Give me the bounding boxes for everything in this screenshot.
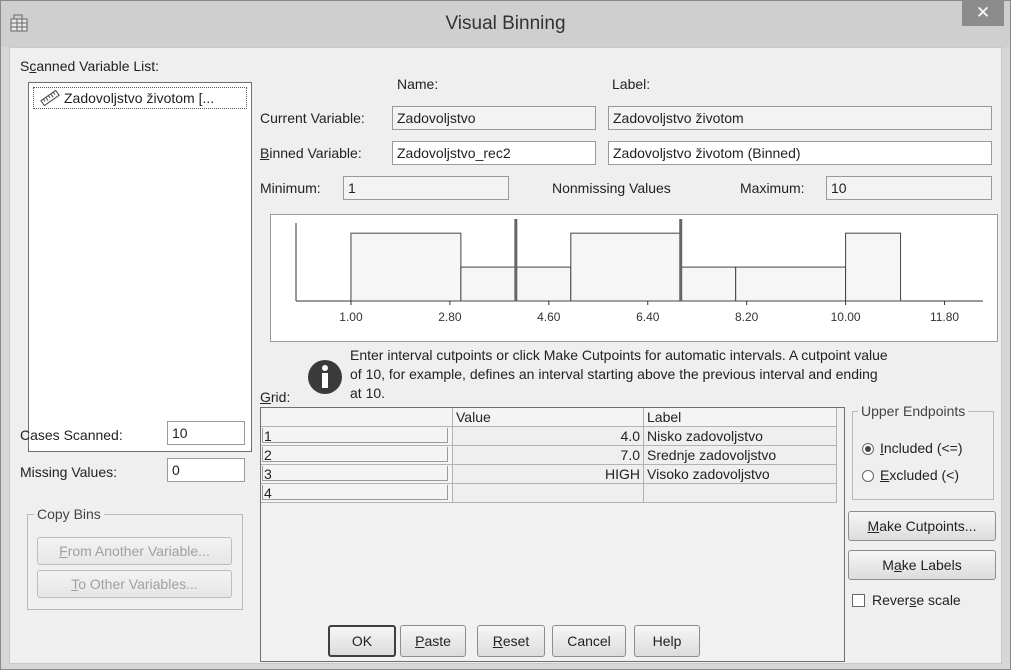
excluded-radio[interactable] bbox=[862, 470, 874, 482]
ruler-icon bbox=[40, 90, 60, 106]
binned-variable-label-input[interactable]: Zadovoljstvo životom (Binned) bbox=[608, 141, 992, 165]
help-button[interactable]: Help bbox=[634, 625, 700, 657]
cases-scanned-label: Cases Scanned: bbox=[20, 427, 123, 443]
make-labels-button[interactable]: Make Labels bbox=[848, 550, 996, 580]
column-header-label: Label bbox=[644, 408, 837, 427]
x-tick-label: 4.60 bbox=[537, 310, 561, 324]
close-button[interactable]: ✕ bbox=[962, 1, 1004, 26]
x-tick-label: 8.20 bbox=[735, 310, 759, 324]
title-bar[interactable]: Visual Binning ✕ bbox=[1, 1, 1010, 47]
histogram-bar bbox=[845, 232, 902, 302]
histogram-bar bbox=[735, 266, 847, 302]
excluded-label[interactable]: Excluded (<) bbox=[880, 467, 959, 483]
row-header[interactable]: 3 bbox=[261, 465, 453, 484]
scanned-variable-list[interactable]: Zadovoljstvo životom [... bbox=[28, 82, 252, 452]
minimum-label: Minimum: bbox=[260, 180, 321, 196]
maximum-field: 10 bbox=[826, 176, 992, 200]
row-number: 2 bbox=[264, 447, 272, 463]
grid-label: Grid: bbox=[260, 389, 291, 405]
reset-button[interactable]: Reset bbox=[477, 625, 545, 657]
paste-button[interactable]: Paste bbox=[400, 625, 466, 657]
binned-variable-name-input[interactable]: Zadovoljstvo_rec2 bbox=[392, 141, 596, 165]
cell-label[interactable]: Srednje zadovoljstvo bbox=[644, 446, 837, 465]
row-header[interactable]: 1 bbox=[261, 427, 453, 446]
binned-variable-label: Binned Variable: bbox=[260, 145, 362, 161]
cell-label[interactable]: Visoko zadovoljstvo bbox=[644, 465, 837, 484]
copy-bins-title: Copy Bins bbox=[34, 506, 104, 522]
histogram-bar bbox=[680, 266, 737, 302]
reverse-scale-label[interactable]: Reverse scale bbox=[872, 592, 961, 608]
dialog-body: Scanned Variable List: Zadovoljstvo živo… bbox=[9, 47, 1002, 664]
row-number: 1 bbox=[264, 428, 272, 444]
histogram-bar bbox=[350, 232, 462, 302]
info-text: Enter interval cutpoints or click Make C… bbox=[350, 346, 888, 403]
current-variable-name-field: Zadovoljstvo bbox=[392, 106, 596, 130]
included-label[interactable]: Included (<=) bbox=[880, 440, 963, 456]
cell-value[interactable]: HIGH bbox=[453, 465, 644, 484]
info-line: Enter interval cutpoints or click Make C… bbox=[350, 347, 888, 363]
scanned-list-label: Scanned Variable List: bbox=[20, 58, 160, 74]
info-line: of 10, for example, defines an interval … bbox=[350, 366, 878, 382]
cutpoint-grid[interactable]: Value Label 1 4.0 Nisko zadovoljstvo 2 7… bbox=[260, 407, 845, 662]
row-header[interactable]: 2 bbox=[261, 446, 453, 465]
histogram[interactable]: 1.00 2.80 4.60 6.40 8.20 10.00 11.80 bbox=[270, 214, 998, 342]
nonmissing-values-label: Nonmissing Values bbox=[552, 180, 671, 196]
reverse-scale-checkbox[interactable] bbox=[852, 594, 865, 607]
cell-value[interactable] bbox=[453, 484, 644, 503]
maximum-label: Maximum: bbox=[740, 180, 805, 196]
included-radio[interactable] bbox=[862, 443, 874, 455]
info-line: at 10. bbox=[350, 385, 386, 401]
histogram-chart[interactable]: 1.00 2.80 4.60 6.40 8.20 10.00 11.80 bbox=[271, 215, 997, 341]
from-another-variable-button[interactable]: From Another Variable... bbox=[37, 537, 232, 565]
row-number: 3 bbox=[264, 466, 272, 482]
histogram-bar bbox=[515, 266, 572, 302]
ok-button[interactable]: OK bbox=[328, 625, 396, 657]
minimum-field: 1 bbox=[343, 176, 509, 200]
x-tick-label: 10.00 bbox=[831, 310, 861, 324]
cell-label[interactable] bbox=[644, 484, 837, 503]
list-item-label: Zadovoljstvo životom [... bbox=[64, 90, 215, 106]
missing-values-label: Missing Values: bbox=[20, 464, 118, 480]
close-icon: ✕ bbox=[975, 3, 991, 22]
visual-binning-dialog: Visual Binning ✕ Scanned Variable List: … bbox=[0, 0, 1011, 670]
cases-scanned-input[interactable]: 10 bbox=[167, 421, 245, 445]
missing-values-field: 0 bbox=[167, 458, 245, 482]
x-tick-label: 11.80 bbox=[930, 310, 959, 324]
window-title: Visual Binning bbox=[445, 13, 566, 34]
grid-corner-header bbox=[261, 408, 453, 427]
cell-value[interactable]: 7.0 bbox=[453, 446, 644, 465]
cell-value[interactable]: 4.0 bbox=[453, 427, 644, 446]
x-tick-label: 6.40 bbox=[636, 310, 660, 324]
current-variable-label: Current Variable: bbox=[260, 110, 365, 126]
to-other-variables-button[interactable]: To Other Variables... bbox=[37, 570, 232, 598]
info-icon bbox=[308, 360, 342, 394]
current-variable-label-field: Zadovoljstvo životom bbox=[608, 106, 992, 130]
name-header: Name: bbox=[397, 76, 439, 92]
list-item[interactable]: Zadovoljstvo životom [... bbox=[33, 87, 247, 109]
histogram-bar bbox=[570, 232, 682, 302]
histogram-bar bbox=[460, 266, 517, 302]
column-header-value: Value bbox=[453, 408, 644, 427]
cancel-button[interactable]: Cancel bbox=[552, 625, 626, 657]
upper-endpoints-title: Upper Endpoints bbox=[858, 403, 969, 419]
row-number: 4 bbox=[264, 485, 272, 501]
make-cutpoints-button[interactable]: Make Cutpoints... bbox=[848, 511, 996, 541]
label-header: Label: bbox=[612, 76, 651, 92]
row-header[interactable]: 4 bbox=[261, 484, 453, 503]
x-tick-label: 1.00 bbox=[339, 310, 363, 324]
x-tick-label: 2.80 bbox=[438, 310, 462, 324]
cell-label[interactable]: Nisko zadovoljstvo bbox=[644, 427, 837, 446]
